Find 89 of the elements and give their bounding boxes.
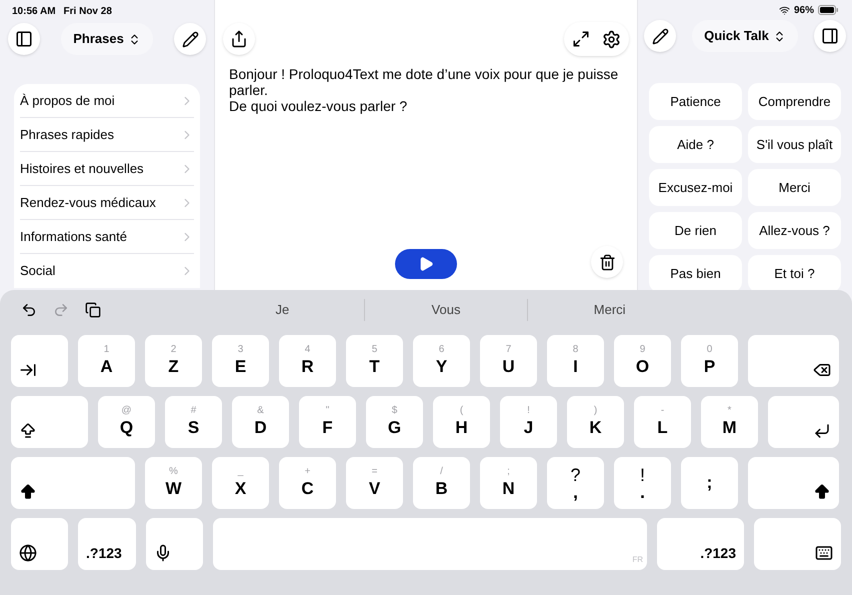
edit-button[interactable] — [174, 23, 206, 55]
play-button[interactable] — [395, 249, 457, 279]
tab-icon — [19, 361, 37, 379]
status-time: 10:56 AM — [12, 4, 56, 18]
keyboard-key[interactable]: 7 U — [480, 335, 537, 387]
shift-key[interactable] — [748, 457, 839, 509]
phrase-category-item[interactable]: À propos de moi — [20, 84, 194, 118]
trash-icon — [598, 254, 616, 270]
category-selector[interactable]: Quick Talk — [692, 20, 798, 52]
keyboard-key[interactable]: - L — [634, 396, 691, 448]
phrase-category-item[interactable]: Informations santé — [20, 220, 194, 254]
wifi-icon — [778, 4, 790, 16]
quick-phrase-button[interactable]: Et toi ? — [748, 255, 841, 292]
numbers-key[interactable]: .?123 — [78, 518, 136, 570]
sidebar-icon — [820, 27, 839, 45]
message-text[interactable]: Bonjour ! Proloquo4Text me dote d’une voix pour que je puisse parler. De quoi voulez-vous parler ? — [223, 66, 623, 114]
keyboard-key[interactable]: 9 O — [614, 335, 671, 387]
quick-phrase-button[interactable]: Excusez-moi — [649, 169, 742, 206]
keyboard-key[interactable]: $ G — [366, 396, 423, 448]
keyboard-key[interactable]: 1 A — [78, 335, 135, 387]
keyboard-key[interactable]: 4 R — [279, 335, 336, 387]
shift-icon — [813, 483, 831, 501]
share-icon — [230, 30, 248, 48]
quick-phrase-button[interactable]: Merci — [748, 169, 841, 206]
undo-icon[interactable] — [21, 302, 37, 318]
caps-lock-icon — [19, 422, 37, 440]
keyboard-key[interactable]: 2 Z — [145, 335, 202, 387]
globe-key[interactable] — [11, 518, 68, 570]
settings-icon[interactable] — [602, 30, 621, 48]
keyboard-icon — [815, 544, 833, 562]
keyboard-key[interactable]: = V — [346, 457, 403, 509]
quick-phrase-button[interactable]: Allez-vous ? — [748, 212, 841, 249]
battery-percent: 96% — [794, 4, 814, 18]
paste-icon[interactable] — [85, 302, 101, 318]
backspace-icon — [813, 361, 831, 379]
expand-icon[interactable] — [572, 30, 590, 48]
quick-phrase-button[interactable]: De rien — [649, 212, 742, 249]
keyboard-key[interactable]: 0 P — [681, 335, 738, 387]
keyboard-key[interactable]: ( H — [433, 396, 490, 448]
numbers-key[interactable]: .?123 — [657, 518, 744, 570]
word-suggestion[interactable]: Vous — [364, 299, 528, 321]
sidebar-icon — [15, 30, 33, 48]
battery-icon — [818, 5, 838, 15]
shift-icon — [19, 483, 37, 501]
keyboard-key[interactable]: ; — [681, 457, 738, 509]
keyboard-key[interactable]: 8 I — [547, 335, 604, 387]
keyboard-key[interactable]: 6 Y — [413, 335, 470, 387]
hide-key[interactable] — [754, 518, 841, 570]
phrase-category-item[interactable]: Phrases rapides — [20, 118, 194, 152]
quick-phrase-button[interactable]: S'il vous plaît — [748, 126, 841, 163]
word-suggestion[interactable]: Je — [201, 299, 364, 321]
quick-phrase-button[interactable]: Patience — [649, 83, 742, 120]
keyboard-key[interactable]: / B — [413, 457, 470, 509]
keyboard-key[interactable]: ! J — [500, 396, 557, 448]
word-suggestion[interactable]: Merci — [527, 299, 692, 321]
phrase-category-item[interactable]: Histoires et nouvelles — [20, 152, 194, 186]
keyboard-key[interactable]: * M — [701, 396, 758, 448]
status-date: Fri Nov 28 — [64, 4, 112, 18]
keyboard-key[interactable]: _ X — [212, 457, 269, 509]
pencil-icon — [652, 28, 668, 44]
keyboard-key[interactable]: 5 T — [346, 335, 403, 387]
microphone-icon — [154, 544, 172, 562]
keyboard-key[interactable]: # S — [165, 396, 222, 448]
mic-key[interactable] — [146, 518, 203, 570]
pencil-icon — [182, 30, 198, 48]
keyboard-key[interactable]: ) K — [567, 396, 624, 448]
share-button[interactable] — [223, 23, 255, 55]
quick-phrase-button[interactable]: Pas bien — [649, 255, 742, 292]
globe-icon — [19, 544, 37, 562]
play-icon — [418, 256, 434, 272]
keyboard-key[interactable]: @ Q — [98, 396, 155, 448]
delete-button[interactable] — [591, 246, 623, 278]
keyboard-key[interactable]: " F — [299, 396, 356, 448]
keyboard-key[interactable]: + C — [279, 457, 336, 509]
return-icon — [813, 422, 831, 440]
phrase-category-item[interactable]: Rendez-vous médicaux — [20, 186, 194, 220]
quick-phrase-button[interactable]: Aide ? — [649, 126, 742, 163]
panel-toggle-button[interactable] — [814, 20, 846, 52]
keyboard-key[interactable]: ? , — [547, 457, 604, 509]
keyboard-key[interactable]: ; N — [480, 457, 537, 509]
quick-phrase-button[interactable]: Comprendre — [748, 83, 841, 120]
edit-button[interactable] — [644, 20, 676, 52]
keyboard-key[interactable]: 3 E — [212, 335, 269, 387]
phrase-category-item[interactable]: Social — [20, 254, 194, 288]
keyboard-key[interactable]: ! . — [614, 457, 671, 509]
keyboard-key[interactable]: % W — [145, 457, 202, 509]
category-selector[interactable]: Phrases — [61, 23, 153, 55]
sidebar-toggle-button[interactable] — [8, 23, 40, 55]
keyboard-key[interactable]: & D — [232, 396, 289, 448]
